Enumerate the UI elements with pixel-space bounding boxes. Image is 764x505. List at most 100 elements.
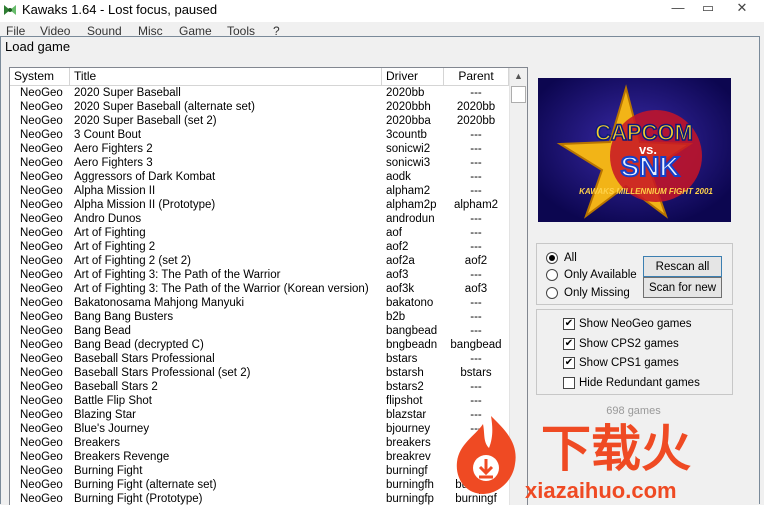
menu-tools[interactable]: Tools [227,22,255,36]
cell-driver: 2020bba [386,115,431,127]
cell-parent: bstars [460,367,492,379]
radio-all-indicator[interactable] [546,252,558,264]
column-header-system[interactable]: System [10,68,70,85]
table-row[interactable]: NeoGeo Art of Fighting 2 aof2 --- [10,240,510,254]
table-row[interactable]: NeoGeoBurning Fightburningf--- [10,464,510,478]
cell-driver: aof2 [386,241,409,253]
cell-title: Blazing Star [74,409,137,421]
maximize-button[interactable]: ▭ [694,0,722,18]
cell-parent: bangbead [450,339,502,351]
table-row[interactable]: NeoGeo Art of Fighting 3: The Path of the… [10,268,510,282]
menu-game[interactable]: Game [179,22,212,36]
cell-driver: sonicwi3 [386,157,431,169]
table-row[interactable]: NeoGeo Art of Fighting 2 (set 2) aof2a aof2 [10,254,510,268]
minimize-button[interactable]: — [664,0,692,18]
cell-title: Burning Fight (Prototype) [74,493,203,505]
game-logo: CAPCOM vs. SNK KAWAKS MILLENNIUM FIGHT 2… [538,78,731,222]
table-row[interactable]: NeoGeo Baseball Stars 2 bstars2 --- [10,380,510,394]
table-row[interactable]: NeoGeo Aero Fighters 3 sonicwi3 --- [10,156,510,170]
table-row[interactable]: NeoGeo 2020 Super Baseball 2020bb --- [10,86,510,100]
table-row[interactable]: NeoGeo Bang Bang Busters b2b --- [10,310,510,324]
cell-title: Aero Fighters 2 [74,143,153,155]
radio-all-label: All [564,252,577,264]
cell-system: NeoGeo [20,101,63,113]
option-hide-redundant-label: Hide Redundant games [579,377,700,389]
checkbox-show-neogeo[interactable]: ✔ [563,318,575,330]
cell-system: NeoGeo [20,199,63,211]
menu-sound[interactable]: Sound [87,22,122,36]
cell-parent: --- [470,311,482,323]
table-row[interactable]: NeoGeoBreakers Revengebreakrev--- [10,450,510,464]
table-row[interactable]: NeoGeo Aggressors of Dark Kombat aodk --- [10,170,510,184]
checkbox-hide-redundant[interactable] [563,377,575,389]
cell-title: Burning Fight [74,465,143,477]
table-row[interactable]: NeoGeo Alpha Mission II (Prototype) alpham… [10,198,510,212]
capcom-vs-snk-logo: CAPCOM vs. SNK KAWAKS MILLENNIUM FIGHT 2… [538,78,731,222]
flame-icon [456,416,516,494]
table-row[interactable]: NeoGeo Baseball Stars Professional (set 2… [10,366,510,380]
cell-system: NeoGeo [20,423,63,435]
cell-parent: --- [470,227,482,239]
scroll-thumb[interactable] [511,86,526,103]
table-row[interactable]: NeoGeo Art of Fighting aof --- [10,226,510,240]
checkbox-show-cps2[interactable]: ✔ [563,338,575,350]
table-row[interactable]: NeoGeo 2020 Super Baseball (set 2) 2020bba… [10,114,510,128]
cell-system: NeoGeo [20,339,63,351]
table-row[interactable]: NeoGeo Baseball Stars Professional bstars -… [10,352,510,366]
scan-for-new-button[interactable]: Scan for new [643,277,722,298]
menu-help[interactable]: ? [273,22,280,36]
rescan-all-button[interactable]: Rescan all [643,256,722,277]
cell-system: NeoGeo [20,395,63,407]
table-row[interactable]: NeoGeo Burning Fight (alternate set) burni… [10,478,510,492]
cell-parent: --- [470,269,482,281]
cell-parent: aof2 [464,255,488,267]
table-row[interactable]: NeoGeo Blue's Journey bjourney --- [10,422,510,436]
cell-title: Breakers Revenge [74,451,170,463]
radio-only-missing-indicator[interactable] [546,287,558,299]
cell-system: NeoGeo [20,465,63,477]
watermark-url-text: xiazaihuo.com [525,478,677,503]
checkbox-show-cps1[interactable]: ✔ [563,357,575,369]
option-show-cps1-label: Show CPS1 games [579,357,679,369]
cell-title: 2020 Super Baseball (alternate set) [74,101,255,113]
column-header-driver[interactable]: Driver [382,68,444,85]
close-button[interactable]: ✕ [728,0,756,18]
table-row[interactable]: NeoGeo 3 Count Bout 3countb --- [10,128,510,142]
cell-parent: --- [470,143,482,155]
watermark-cn-text: 下载火 [541,420,691,478]
table-row[interactable]: NeoGeo Bakatonosama Mahjong Manyuki bakato… [10,296,510,310]
logo-line3: SNK [620,151,679,182]
game-list[interactable]: System Title Driver Parent NeoGeo 2020 Su… [9,67,528,505]
table-row[interactable]: NeoGeo Aero Fighters 2 sonicwi2 --- [10,142,510,156]
cell-system: NeoGeo [20,213,63,225]
table-row[interactable]: NeoGeo Alpha Mission II alpham2 --- [10,184,510,198]
menu-file[interactable]: File [6,22,25,36]
column-header-parent[interactable]: Parent [444,68,509,85]
list-header: System Title Driver Parent [10,68,510,86]
cell-driver: bngbeadn [386,339,438,351]
table-row[interactable]: NeoGeoBreakersbreakers--- [10,436,510,450]
table-row[interactable]: NeoGeo Bang Bead bangbead --- [10,324,510,338]
menu-misc[interactable]: Misc [138,22,163,36]
table-row[interactable]: NeoGeo Bang Bead (decrypted C) bngbeadn ban… [10,338,510,352]
table-row[interactable]: NeoGeo Art of Fighting 3: The Path of the… [10,282,510,296]
site-watermark: 下载火 xiazaihuo.com [456,416,691,503]
cell-parent: --- [470,325,482,337]
cell-title: Battle Flip Shot [74,395,152,407]
radio-only-available-indicator[interactable] [546,269,558,281]
menu-video[interactable]: Video [40,22,70,36]
cell-system: NeoGeo [20,241,63,253]
cell-system: NeoGeo [20,297,63,309]
column-header-title[interactable]: Title [70,68,382,85]
cell-title: Breakers [74,437,121,449]
table-row[interactable]: NeoGeo Andro Dunos androdun --- [10,212,510,226]
cell-title: 3 Count Bout [74,129,142,141]
cell-parent: aof3 [464,283,488,295]
table-row[interactable]: NeoGeo 2020 Super Baseball (alternate set… [10,100,510,114]
scroll-up-arrow-icon[interactable]: ▲ [510,68,527,85]
cell-title: Baseball Stars 2 [74,381,158,393]
table-row[interactable]: NeoGeo Battle Flip Shot flipshot --- [10,394,510,408]
cell-title: Baseball Stars Professional [74,353,215,365]
table-row[interactable]: NeoGeo Burning Fight (Prototype) burningfp… [10,492,510,505]
table-row[interactable]: NeoGeo Blazing Star blazstar --- [10,408,510,422]
